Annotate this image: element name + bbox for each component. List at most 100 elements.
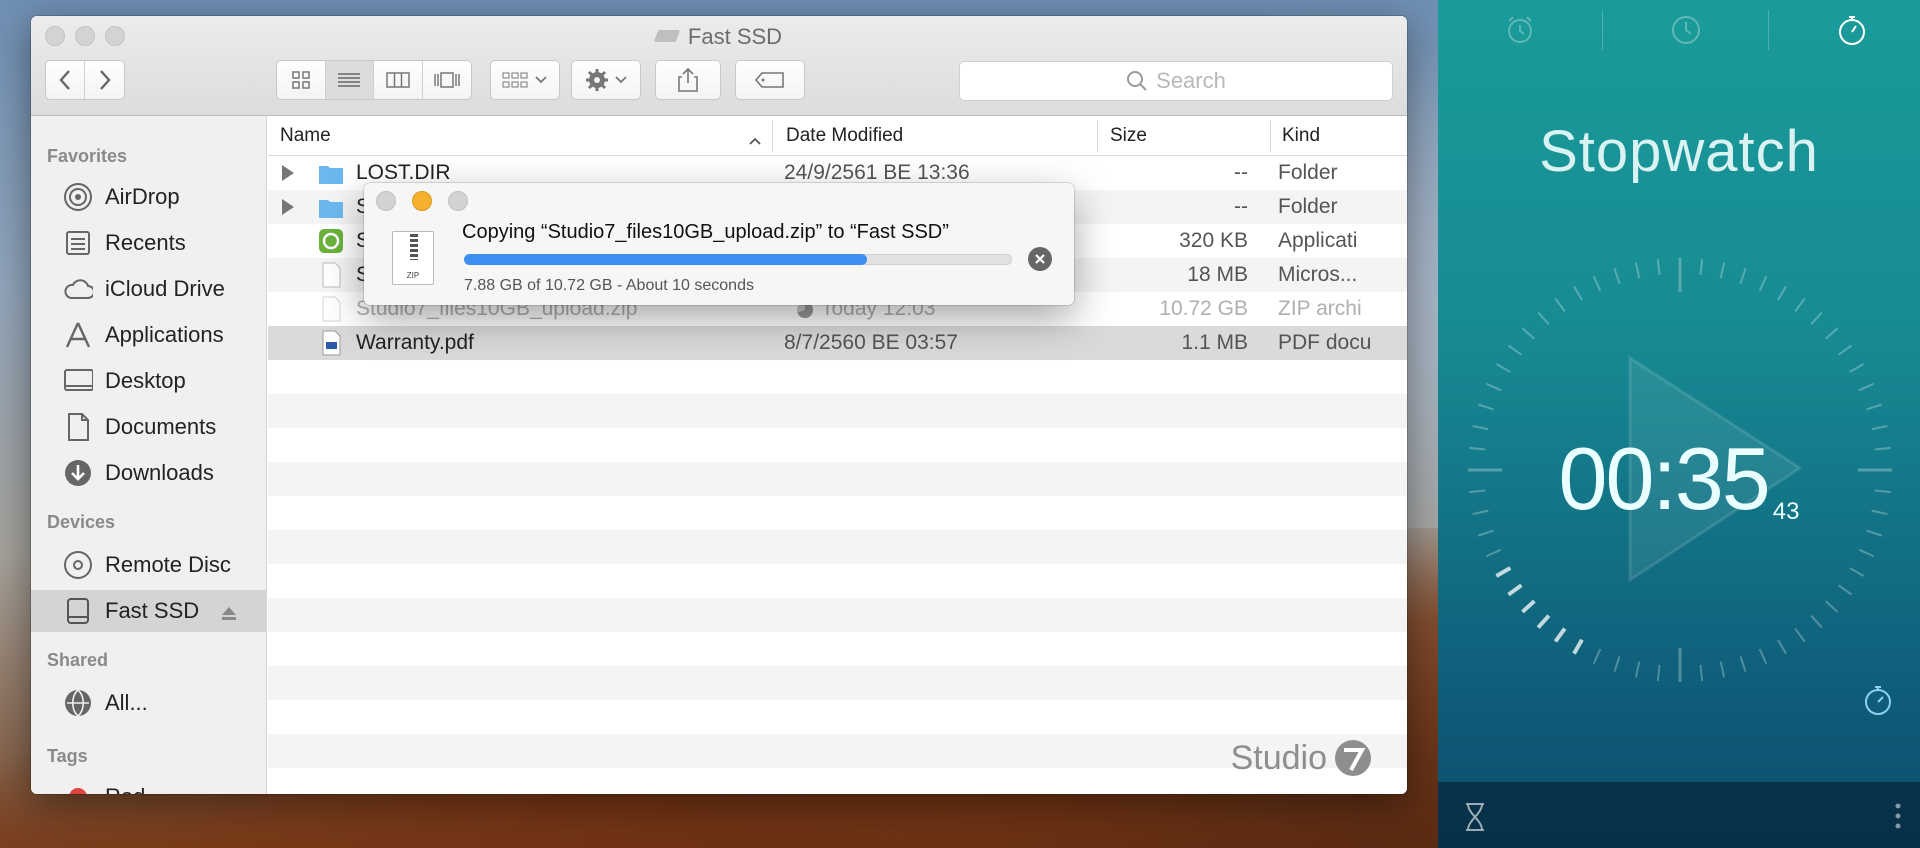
sidebar-item-icloud-drive[interactable]: iCloud Drive: [31, 268, 266, 310]
dial-tick: [1719, 262, 1726, 279]
sidebar-item-airdrop[interactable]: AirDrop: [31, 176, 266, 218]
column-header-name[interactable]: Name: [280, 125, 331, 147]
dial-tick: [1794, 627, 1806, 643]
sidebar-item-label: Documents: [105, 414, 217, 439]
sidebar-item-downloads[interactable]: Downloads: [31, 452, 266, 494]
dial-tick: [1656, 664, 1661, 681]
drive-icon: [63, 596, 93, 626]
sidebar-item-label: All...: [105, 690, 148, 715]
zip-file-icon: ZIP: [392, 231, 434, 285]
table-row[interactable]: Warranty.pdf 8/7/2560 BE 03:57 1.1 MB PD…: [268, 326, 1407, 360]
tab-world-clock[interactable]: [1666, 10, 1706, 50]
sidebar-item-fast-ssd[interactable]: Fast SSD: [31, 590, 266, 632]
dial-tick: [1478, 403, 1494, 411]
desktop-icon: [63, 366, 93, 396]
folder-icon: [319, 166, 343, 184]
action-menu-button[interactable]: [571, 60, 641, 100]
dial-tick: [1810, 311, 1823, 326]
column-view-button[interactable]: [374, 61, 423, 99]
dial-tick: [1866, 529, 1882, 537]
zoom-dialog-button[interactable]: [448, 191, 468, 211]
search-field[interactable]: Search: [959, 61, 1393, 101]
stopwatch-bottom-bar: [1438, 782, 1920, 848]
navigation-buttons: [45, 60, 125, 100]
dial-tick: [1634, 661, 1641, 678]
share-button[interactable]: [655, 60, 721, 100]
sidebar-item-applications[interactable]: Applications: [31, 314, 266, 356]
dial-tick: [1507, 583, 1523, 597]
red-tag-dot-icon: [63, 782, 93, 794]
sidebar-item-documents[interactable]: Documents: [31, 406, 266, 448]
tags-heading: Tags: [47, 746, 88, 766]
dial-tick: [1485, 548, 1502, 558]
search-placeholder: Search: [1156, 68, 1226, 93]
gallery-icon: [434, 72, 460, 88]
list-view-button[interactable]: [325, 61, 374, 99]
dial-tick: [1837, 344, 1853, 356]
column-header-kind[interactable]: Kind: [1282, 125, 1320, 147]
back-button[interactable]: [46, 61, 86, 99]
dial-tick: [1572, 638, 1584, 655]
more-options-icon[interactable]: [1894, 802, 1902, 832]
sidebar-item-label: Remote Disc: [105, 552, 231, 577]
eject-icon[interactable]: [221, 601, 237, 627]
chevron-left-icon: [59, 70, 70, 90]
sidebar-item-tag-red[interactable]: Red: [31, 776, 266, 794]
copy-progress-dialog: ZIP Copying “Studio7_files10GB_upload.zi…: [364, 183, 1074, 305]
applications-icon: [63, 320, 93, 350]
copy-status: 7.88 GB of 10.72 GB - About 10 seconds: [464, 277, 754, 294]
copy-progress-fill: [464, 254, 867, 265]
sidebar-item-label: Desktop: [105, 368, 186, 393]
minimize-dialog-button[interactable]: [412, 191, 432, 211]
tab-alarm[interactable]: [1500, 10, 1540, 50]
hourglass-icon[interactable]: [1464, 802, 1486, 832]
icon-view-button[interactable]: [277, 61, 326, 99]
elapsed-time: 00:35 43: [1438, 428, 1920, 530]
dial-tick: [1656, 259, 1661, 276]
group-by-button[interactable]: [490, 60, 560, 100]
sidebar-item-desktop[interactable]: Desktop: [31, 360, 266, 402]
window-title: Fast SSD: [31, 24, 1407, 50]
gallery-view-button[interactable]: [423, 61, 472, 99]
network-globe-icon: [63, 688, 93, 718]
tab-stopwatch[interactable]: [1832, 10, 1872, 50]
lap-timer-icon[interactable]: [1862, 684, 1894, 716]
dial-tick: [1837, 584, 1853, 596]
recents-icon: [63, 228, 93, 258]
dial-tick: [1858, 548, 1875, 558]
stopwatch-title: Stopwatch: [1539, 119, 1819, 184]
chevron-down-icon: [615, 76, 627, 84]
sidebar-item-label: Red: [105, 784, 145, 794]
sidebar-item-all-shared[interactable]: All...: [31, 682, 266, 724]
cancel-copy-button[interactable]: [1028, 247, 1052, 271]
column-header-size[interactable]: Size: [1110, 125, 1147, 147]
forward-button[interactable]: [85, 61, 124, 99]
dial-tick: [1521, 327, 1536, 340]
tag-icon: [754, 72, 784, 88]
dial-tick: [1824, 600, 1839, 613]
document-icon: [63, 412, 93, 442]
dial-tick: [1794, 297, 1806, 313]
column-header-date[interactable]: Date Modified: [786, 125, 903, 147]
dial-tick: [1537, 311, 1550, 326]
close-dialog-button[interactable]: [376, 191, 396, 211]
dial-tick: [1866, 403, 1882, 411]
dial-tick: [1699, 664, 1704, 681]
sidebar-item-recents[interactable]: Recents: [31, 222, 266, 264]
view-mode-control: [276, 60, 472, 100]
disclosure-triangle-icon[interactable]: [282, 165, 294, 181]
folder-icon: [319, 200, 343, 218]
app-icon: [319, 229, 343, 253]
alarm-clock-icon: [1508, 16, 1532, 43]
dial-tick: [1554, 297, 1566, 313]
dial-tick: [1810, 614, 1823, 629]
dial-tick: [1495, 566, 1512, 578]
dial-tick: [1739, 268, 1747, 284]
sidebar-item-label: Downloads: [105, 460, 214, 485]
sidebar-item-label: Fast SSD: [105, 598, 200, 623]
dial-tick: [1699, 259, 1704, 276]
tags-button[interactable]: [735, 60, 805, 100]
favorites-heading: Favorites: [47, 146, 128, 166]
disclosure-triangle-icon[interactable]: [282, 199, 294, 215]
sidebar-item-remote-disc[interactable]: Remote Disc: [31, 544, 266, 586]
